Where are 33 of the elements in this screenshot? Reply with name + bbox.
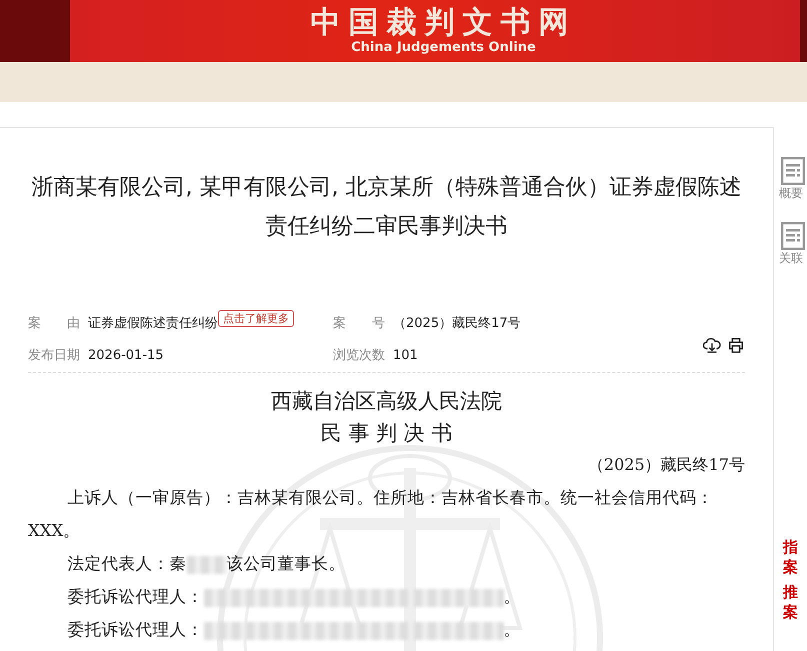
paragraph-text: 委托诉讼代理人： [68, 587, 204, 606]
print-icon[interactable] [727, 336, 745, 354]
side-tool-label[interactable]: 关联 [779, 250, 803, 267]
side-link-text[interactable]: 指 [783, 537, 807, 557]
paragraph-text: 上诉人（一审原告）：吉林某有限公司。住所地：吉林省长春市。统一社会信用代码：XXX。 [28, 488, 714, 540]
meta-label: 发布日期 [28, 347, 80, 364]
case-number: （2025）藏民终17号 [586, 454, 745, 476]
site-logo-subtitle: China Judgements Online [351, 40, 536, 56]
meta-value: 101 [393, 348, 418, 362]
redaction-blur [186, 556, 227, 574]
paragraph-text: 委托诉讼代理人： [68, 620, 204, 639]
document-type: 民 事 判 决 书 [320, 420, 454, 447]
meta-value: 证券虚假陈述责任纠纷 [88, 315, 218, 332]
meta-label: 案 由 [28, 315, 80, 332]
court-name: 西藏自治区高级人民法院 [270, 388, 503, 415]
paragraph-text: 该公司董事长。 [226, 554, 346, 573]
site-logo-title[interactable]: 中国裁判文书网 [310, 6, 576, 40]
side-link-text[interactable]: 推 [783, 582, 807, 602]
paragraph-text: 。 [504, 587, 521, 606]
meta-label: 浏览次数 [333, 347, 385, 364]
cloud-download-icon[interactable] [703, 336, 721, 354]
side-link-text[interactable]: 案 [783, 602, 807, 622]
meta-label: 案 号 [333, 315, 385, 332]
learn-more-link[interactable]: 点击了解更多 [218, 310, 294, 326]
document-icon[interactable] [781, 157, 805, 185]
side-link-text[interactable]: 案 [783, 557, 807, 577]
paragraph-text: 法定代表人：秦 [68, 554, 187, 573]
meta-value: （2025）藏民终17号 [393, 315, 521, 332]
paragraph-text: 。 [504, 620, 521, 639]
meta-value: 2026-01-15 [88, 348, 164, 362]
document-title: 浙商某有限公司, 某甲有限公司, 北京某所（特殊普通合伙）证券虚假陈述责任纠纷二审民事判决书 [30, 174, 742, 241]
side-tool-label[interactable]: 概要 [779, 185, 803, 202]
document-icon[interactable] [781, 222, 805, 250]
